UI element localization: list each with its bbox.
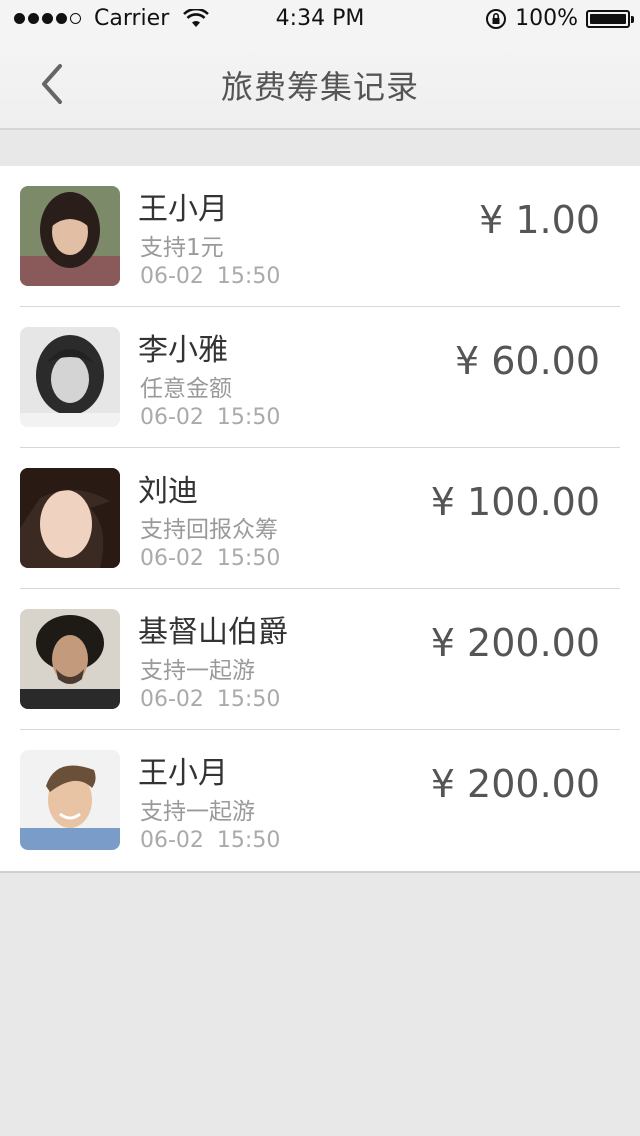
timestamp: 06-02 15:50: [140, 405, 281, 430]
timestamp: 06-02 15:50: [140, 828, 281, 853]
avatar: [20, 327, 120, 427]
battery-group: 100%: [485, 6, 634, 31]
list-item[interactable]: 王小月 支持一起游 06-02 15:50 ¥ 200.00: [0, 730, 640, 871]
amount: ¥ 200.00: [430, 621, 600, 665]
amount: ¥ 1.00: [479, 198, 600, 242]
list-item[interactable]: 刘迪 支持回报众筹 06-02 15:50 ¥ 100.00: [0, 448, 640, 589]
battery-percentage: 100%: [515, 6, 578, 31]
support-type: 任意金额: [140, 376, 232, 402]
support-type: 支持1元: [140, 235, 224, 261]
supporter-name: 李小雅: [138, 333, 228, 368]
supporter-name: 基督山伯爵: [138, 615, 288, 650]
avatar: [20, 750, 120, 850]
support-type: 支持回报众筹: [140, 517, 278, 543]
amount: ¥ 60.00: [454, 339, 600, 383]
page-title: 旅费筹集记录: [220, 68, 419, 106]
support-type: 支持一起游: [140, 799, 255, 825]
avatar: [20, 609, 120, 709]
timestamp: 06-02 15:50: [140, 546, 281, 571]
supporter-name: 王小月: [138, 192, 228, 227]
list-item[interactable]: 基督山伯爵 支持一起游 06-02 15:50 ¥ 200.00: [0, 589, 640, 730]
amount: ¥ 200.00: [430, 762, 600, 806]
funding-record-list: 王小月 支持1元 06-02 15:50 ¥ 1.00 李小雅 任意金额 06-…: [0, 166, 640, 873]
timestamp: 06-02 15:50: [140, 687, 281, 712]
battery-icon: [586, 9, 634, 28]
supporter-name: 刘迪: [138, 474, 198, 509]
amount: ¥ 100.00: [430, 480, 600, 524]
navigation-bar: 旅费筹集记录: [0, 40, 640, 130]
list-item[interactable]: 李小雅 任意金额 06-02 15:50 ¥ 60.00: [0, 307, 640, 448]
status-bar: Carrier 4:34 PM 100%: [0, 0, 640, 40]
avatar: [20, 186, 120, 286]
supporter-name: 王小月: [138, 756, 228, 791]
support-type: 支持一起游: [140, 658, 255, 684]
avatar: [20, 468, 120, 568]
timestamp: 06-02 15:50: [140, 264, 281, 289]
rotation-lock-icon: [486, 8, 507, 29]
list-item[interactable]: 王小月 支持1元 06-02 15:50 ¥ 1.00: [0, 166, 640, 307]
